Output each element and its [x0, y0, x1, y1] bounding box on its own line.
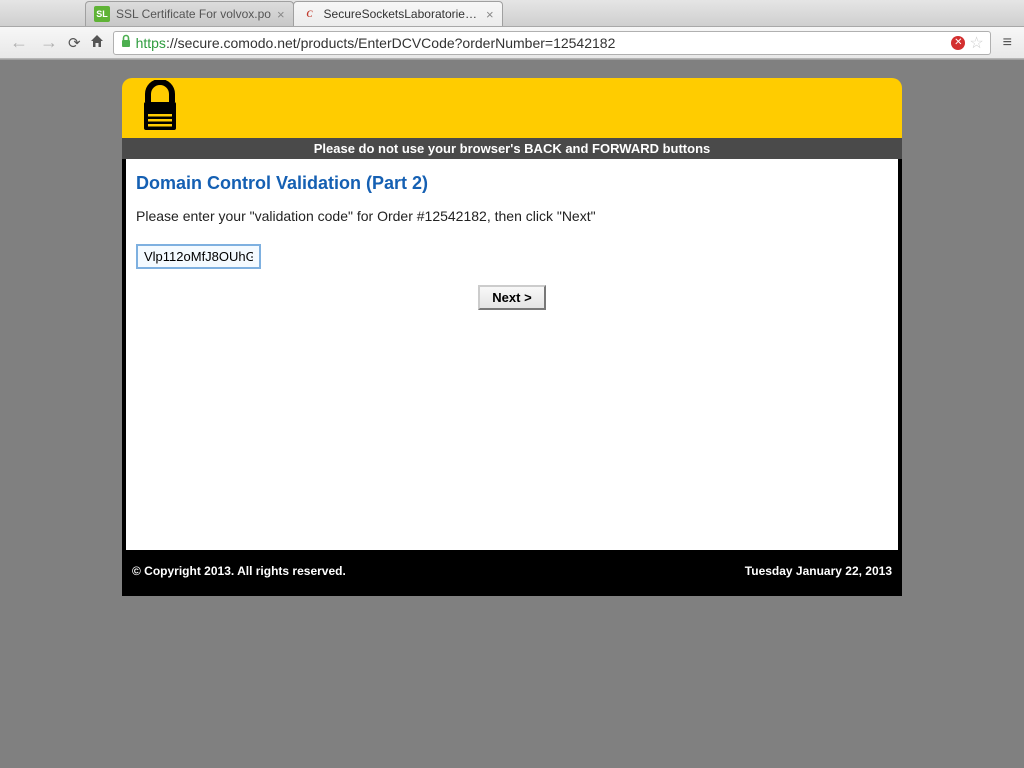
favicon-sl-icon: SL: [94, 6, 110, 22]
tab-ssl-certificate[interactable]: SL SSL Certificate For volvox.po ×: [85, 1, 294, 26]
back-button[interactable]: ←: [8, 32, 30, 53]
blocked-icon[interactable]: ✕: [951, 36, 965, 50]
padlock-logo-icon: [138, 80, 182, 137]
page-header: [122, 78, 902, 138]
tab-close-icon[interactable]: ×: [486, 7, 494, 22]
tab-secure-sockets[interactable]: C SecureSocketsLaboratories S ×: [293, 1, 503, 26]
instruction-text: Please enter your "validation code" for …: [136, 208, 888, 224]
url-bar[interactable]: https ://secure.comodo.net/products/Ente…: [113, 31, 991, 55]
page-heading: Domain Control Validation (Part 2): [136, 173, 888, 194]
toolbar: ← → ⟳ https ://secure.comodo.net/product…: [0, 27, 1024, 59]
copyright-text: © Copyright 2013. All rights reserved.: [132, 564, 346, 578]
reload-button[interactable]: ⟳: [68, 34, 81, 52]
page-viewport: Please do not use your browser's BACK an…: [0, 60, 1024, 749]
next-button[interactable]: Next >: [478, 285, 545, 310]
warning-banner: Please do not use your browser's BACK an…: [122, 138, 902, 159]
warning-text: Please do not use your browser's BACK an…: [314, 141, 711, 156]
content-area: Domain Control Validation (Part 2) Pleas…: [122, 159, 902, 550]
menu-button[interactable]: ≡: [999, 34, 1016, 52]
home-button[interactable]: [89, 33, 105, 53]
tab-title: SecureSocketsLaboratories S: [324, 7, 480, 21]
tab-title: SSL Certificate For volvox.po: [116, 7, 271, 21]
validation-code-input[interactable]: [136, 244, 261, 269]
lock-icon: [120, 34, 132, 51]
url-path: ://secure.comodo.net/products/EnterDCVCo…: [166, 35, 615, 51]
bookmark-star-icon[interactable]: ☆: [969, 33, 983, 53]
page-frame: Please do not use your browser's BACK an…: [122, 78, 902, 749]
footer-date: Tuesday January 22, 2013: [745, 564, 892, 578]
favicon-comodo-icon: C: [302, 6, 318, 22]
page-footer: © Copyright 2013. All rights reserved. T…: [122, 550, 902, 596]
tab-close-icon[interactable]: ×: [277, 7, 285, 22]
forward-button[interactable]: →: [38, 32, 60, 53]
url-scheme: https: [136, 35, 166, 51]
browser-chrome: ⤢ SL SSL Certificate For volvox.po × C S…: [0, 0, 1024, 60]
tabs-row: SL SSL Certificate For volvox.po × C Sec…: [0, 0, 1024, 27]
